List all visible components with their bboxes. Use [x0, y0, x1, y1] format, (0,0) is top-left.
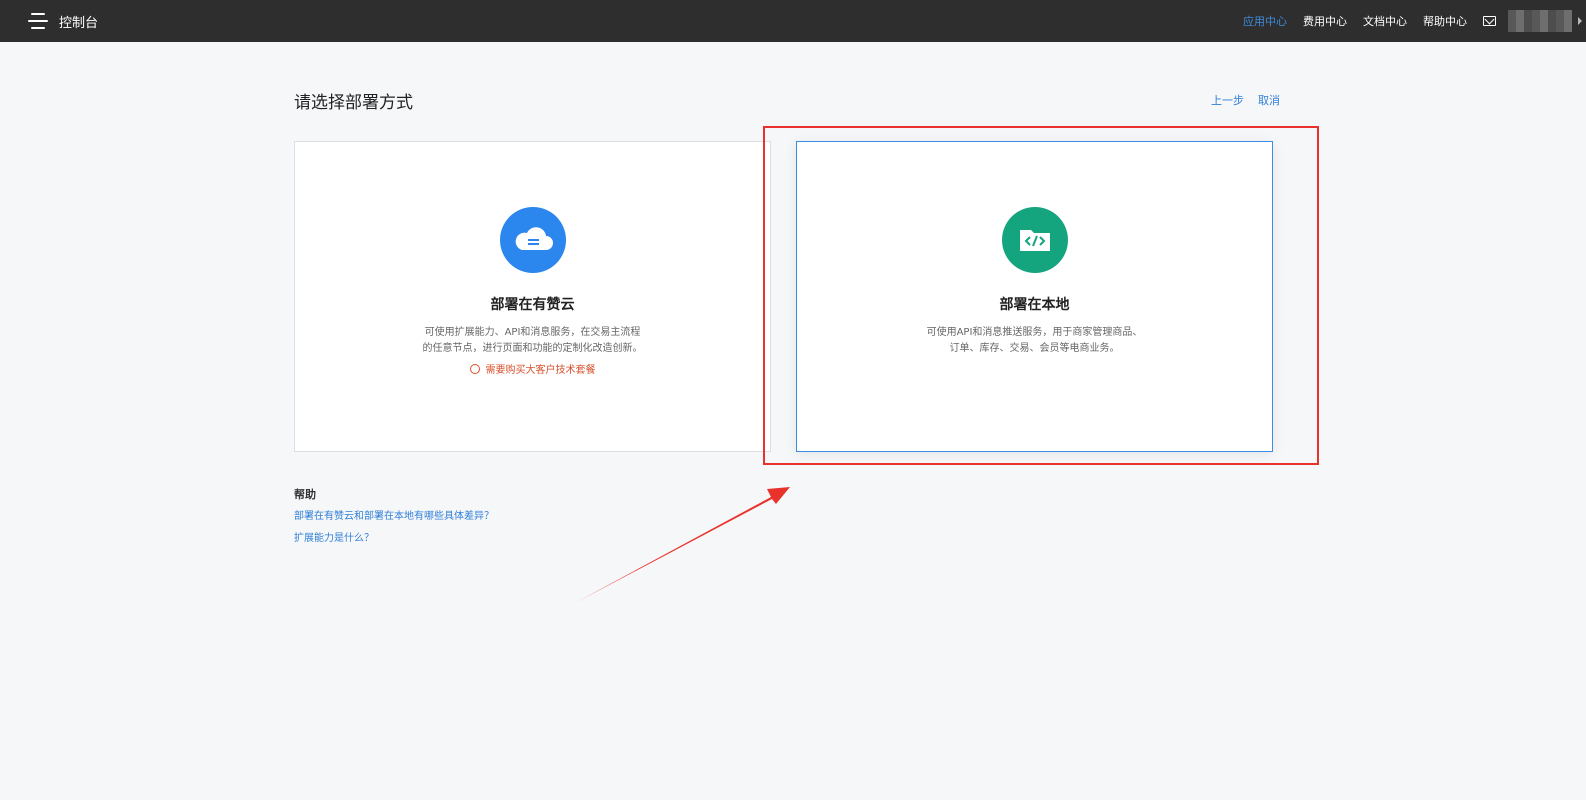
- account-caret-icon[interactable]: [1578, 17, 1582, 25]
- help-heading: 帮助: [294, 488, 316, 501]
- prev-step-link[interactable]: 上一步: [1211, 92, 1244, 108]
- nav-docs-center[interactable]: 文档中心: [1363, 13, 1407, 29]
- cloud-card-description: 可使用扩展能力、API和消息服务，在交易主流程 的任意节点，进行页面和功能的定制…: [295, 325, 770, 357]
- cloud-desc-line-2: 的任意节点，进行页面和功能的定制化改造创新。: [422, 343, 643, 354]
- local-desc-line-2: 订单、库存、交易、会员等电商业务。: [949, 343, 1120, 354]
- user-account-blurred[interactable]: [1508, 10, 1572, 32]
- cloud-card-title: 部署在有赞云: [490, 297, 575, 313]
- mail-icon[interactable]: [1483, 16, 1496, 26]
- cloud-card-warning: 需要购买大客户技术套餐: [295, 361, 770, 376]
- top-navbar: 控制台 应用中心 费用中心 文档中心 帮助中心: [0, 0, 1586, 42]
- cloud-desc-line-1: 可使用扩展能力、API和消息服务，在交易主流程: [424, 327, 641, 338]
- cancel-link[interactable]: 取消: [1258, 92, 1280, 108]
- local-desc-line-1: 可使用API和消息推送服务，用于商家管理商品、: [926, 327, 1143, 338]
- nav-help-center[interactable]: 帮助中心: [1423, 13, 1467, 29]
- cloud-warning-text: 需要购买大客户技术套餐: [485, 365, 596, 376]
- cloud-icon: [499, 207, 566, 273]
- hamburger-menu-icon[interactable]: [28, 12, 48, 30]
- help-link-deploy-differences[interactable]: 部署在有赞云和部署在本地有哪些具体差异？: [294, 507, 494, 522]
- code-folder-icon: [1001, 207, 1068, 273]
- console-brand[interactable]: 控制台: [59, 12, 98, 31]
- header-actions: 上一步 取消: [1211, 92, 1280, 108]
- top-nav-links: 应用中心 费用中心 文档中心 帮助中心: [1227, 0, 1586, 42]
- nav-billing-center[interactable]: 费用中心: [1303, 13, 1347, 29]
- nav-app-center[interactable]: 应用中心: [1243, 13, 1287, 29]
- deploy-local-card[interactable]: 部署在本地 可使用API和消息推送服务，用于商家管理商品、 订单、库存、交易、会…: [796, 141, 1273, 452]
- help-link-extension-ability[interactable]: 扩展能力是什么？: [294, 529, 374, 544]
- warning-circle-icon: [469, 363, 480, 374]
- deploy-cloud-card[interactable]: 部署在有赞云 可使用扩展能力、API和消息服务，在交易主流程 的任意节点，进行页…: [294, 141, 771, 452]
- red-annotation-arrow-icon: [575, 487, 790, 603]
- local-card-description: 可使用API和消息推送服务，用于商家管理商品、 订单、库存、交易、会员等电商业务…: [797, 325, 1272, 357]
- local-card-title: 部署在本地: [999, 297, 1070, 313]
- page-title: 请选择部署方式: [294, 93, 413, 113]
